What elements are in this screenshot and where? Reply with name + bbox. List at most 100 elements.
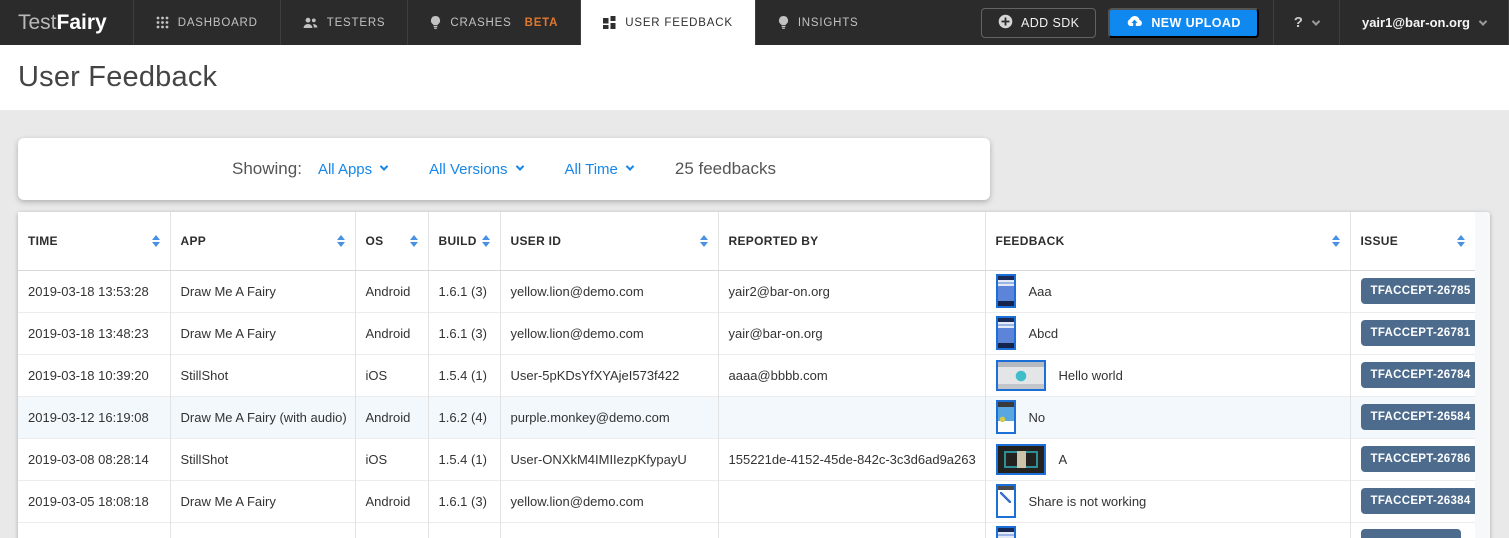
- cell-user-id: yellow.lion@demo.com: [500, 480, 718, 522]
- cloud-upload-icon: [1126, 15, 1143, 31]
- issue-badge[interactable]: TFACCEPT-26584: [1361, 404, 1476, 430]
- cell-issue: TFACCEPT-26584: [1350, 396, 1475, 438]
- account-email: yair1@bar-on.org: [1362, 15, 1470, 30]
- testfairy-logo[interactable]: TestFairy: [0, 0, 133, 45]
- help-menu[interactable]: ?: [1274, 0, 1339, 45]
- content-area: Showing: All Apps All Versions All Time …: [0, 110, 1509, 538]
- sort-arrows-icon[interactable]: [1332, 235, 1340, 247]
- filter-time-value: All Time: [565, 161, 618, 178]
- sort-arrows-icon[interactable]: [482, 235, 490, 247]
- cell-build: 1.5.4 (1): [428, 354, 500, 396]
- feedback-text: No: [1029, 410, 1046, 425]
- sort-arrows-icon[interactable]: [410, 235, 418, 247]
- nav-item-label: CRASHES: [450, 17, 511, 29]
- nav-item-label: INSIGHTS: [798, 17, 859, 29]
- cell-os: iOS: [355, 438, 428, 480]
- new-upload-label: NEW UPLOAD: [1151, 16, 1240, 30]
- feedback-screenshot-thumbnail[interactable]: [996, 444, 1046, 475]
- sort-arrows-icon[interactable]: [152, 235, 160, 247]
- people-icon: [303, 17, 318, 29]
- nav-item-user-feedback[interactable]: USER FEEDBACK: [580, 0, 755, 45]
- feedback-table-row[interactable]: 2019-03-08 08:28:14StillShotiOS1.5.4 (1)…: [18, 438, 1475, 480]
- feedback-screenshot-thumbnail[interactable]: [996, 274, 1016, 308]
- cell-time: [18, 522, 170, 538]
- cell-reported-by: [718, 480, 985, 522]
- feedback-table-row[interactable]: 2019-03-18 13:48:23Draw Me A FairyAndroi…: [18, 312, 1475, 354]
- issue-badge[interactable]: TFACCEPT-26785: [1361, 278, 1476, 304]
- column-header-feedback[interactable]: FEEDBACK: [985, 212, 1350, 270]
- sort-arrows-icon[interactable]: [337, 235, 345, 247]
- account-menu[interactable]: yair1@bar-on.org: [1340, 0, 1508, 45]
- chevron-down-icon: [626, 162, 634, 170]
- feedback-table-row[interactable]: 2019-03-12 16:19:08Draw Me A Fairy (with…: [18, 396, 1475, 438]
- cell-build: [428, 522, 500, 538]
- chevron-down-icon: [1312, 17, 1320, 25]
- beta-badge: BETA: [525, 17, 559, 29]
- nav-item-insights[interactable]: INSIGHTS: [755, 0, 881, 45]
- column-header-app[interactable]: APP: [170, 212, 355, 270]
- cell-issue: TFACCEPT-26384: [1350, 480, 1475, 522]
- table-scroll-gutter[interactable]: [1475, 212, 1490, 538]
- new-upload-button[interactable]: NEW UPLOAD: [1108, 8, 1258, 38]
- cell-issue: TFACCEPT-26784: [1350, 354, 1475, 396]
- feedback-screenshot-thumbnail[interactable]: [996, 526, 1016, 538]
- filter-all-versions[interactable]: All Versions: [429, 161, 522, 178]
- column-header-build[interactable]: BUILD: [428, 212, 500, 270]
- feedback-screenshot-thumbnail[interactable]: [996, 316, 1016, 350]
- issue-badge[interactable]: TFACCEPT-26784: [1361, 362, 1476, 388]
- cell-app: [170, 522, 355, 538]
- sort-arrows-icon[interactable]: [700, 235, 708, 247]
- column-label: OS: [366, 234, 384, 248]
- page-title: User Feedback: [18, 61, 217, 94]
- cell-os: Android: [355, 312, 428, 354]
- cell-reported-by: [718, 396, 985, 438]
- grid-icon: [156, 16, 169, 29]
- filter-all-time[interactable]: All Time: [565, 161, 633, 178]
- column-header-os[interactable]: OS: [355, 212, 428, 270]
- column-header-user-id[interactable]: USER ID: [500, 212, 718, 270]
- feedback-table: TIMEAPP OS BUILD USER ID REPORTED BY FEEDBACK…: [18, 212, 1476, 538]
- column-label: BUILD: [439, 234, 477, 248]
- cell-reported-by: [718, 522, 985, 538]
- top-navbar: TestFairy DASHBOARD TESTERS CRASHES BETA…: [0, 0, 1509, 45]
- cell-os: [355, 522, 428, 538]
- nav-item-testers[interactable]: TESTERS: [280, 0, 408, 45]
- cell-time: 2019-03-18 13:53:28: [18, 270, 170, 312]
- feedback-table-row[interactable]: 2019-03-05 18:08:18Draw Me A FairyAndroi…: [18, 480, 1475, 522]
- table-header-row: TIMEAPP OS BUILD USER ID REPORTED BY FEEDBACK…: [18, 212, 1475, 270]
- column-header-reported-by[interactable]: REPORTED BY: [718, 212, 985, 270]
- feedback-table-row[interactable]: 2019-03-18 13:53:28Draw Me A FairyAndroi…: [18, 270, 1475, 312]
- column-label: USER ID: [511, 234, 562, 248]
- feedback-table-row[interactable]: 2019-03-18 10:39:20StillShotiOS1.5.4 (1)…: [18, 354, 1475, 396]
- cell-app: StillShot: [170, 354, 355, 396]
- page-header: User Feedback: [0, 45, 1509, 110]
- issue-badge[interactable]: TFACCEPT-26781: [1361, 320, 1476, 346]
- chevron-down-icon: [1479, 17, 1487, 25]
- column-header-time[interactable]: TIME: [18, 212, 170, 270]
- issue-badge[interactable]: [1361, 529, 1461, 538]
- cell-user-id: yellow.lion@demo.com: [500, 270, 718, 312]
- cell-build: 1.6.2 (4): [428, 396, 500, 438]
- issue-badge[interactable]: TFACCEPT-26384: [1361, 488, 1476, 514]
- add-sdk-button[interactable]: ADD SDK: [981, 8, 1096, 38]
- cell-reported-by: aaaa@bbbb.com: [718, 354, 985, 396]
- feedback-screenshot-thumbnail[interactable]: [996, 484, 1016, 518]
- cell-app: Draw Me A Fairy: [170, 270, 355, 312]
- cell-feedback: Abcd: [985, 312, 1350, 354]
- plus-circle-icon: [998, 14, 1013, 32]
- sort-arrows-icon[interactable]: [1457, 235, 1465, 247]
- feedback-screenshot-thumbnail[interactable]: [996, 360, 1046, 391]
- showing-label: Showing:: [232, 159, 302, 179]
- filter-all-apps[interactable]: All Apps: [318, 161, 387, 178]
- nav-item-crashes[interactable]: CRASHES BETA: [407, 0, 580, 45]
- feedback-screenshot-thumbnail[interactable]: [996, 400, 1016, 434]
- feedback-table-row[interactable]: [18, 522, 1475, 538]
- column-label: FEEDBACK: [996, 234, 1065, 248]
- nav-item-label: TESTERS: [327, 17, 386, 29]
- nav-item-dashboard[interactable]: DASHBOARD: [133, 0, 280, 45]
- column-header-issue[interactable]: ISSUE: [1350, 212, 1475, 270]
- issue-badge[interactable]: TFACCEPT-26786: [1361, 446, 1476, 472]
- cell-user-id: [500, 522, 718, 538]
- cell-feedback: A: [985, 438, 1350, 480]
- cell-os: Android: [355, 270, 428, 312]
